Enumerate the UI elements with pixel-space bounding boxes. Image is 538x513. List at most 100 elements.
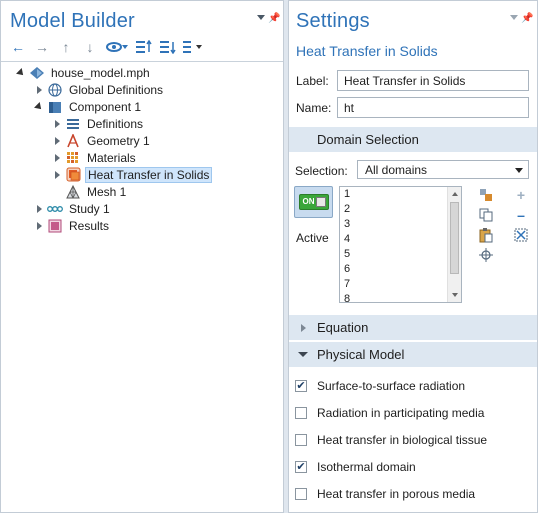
geometry-icon	[65, 133, 81, 149]
expand-toggle[interactable]	[52, 149, 62, 166]
checkmark-icon: ✔	[296, 379, 306, 392]
physical-model-header[interactable]: Physical Model	[289, 342, 537, 367]
list-item[interactable]: 6	[340, 262, 461, 277]
copy-selection-icon[interactable]	[478, 207, 494, 223]
remove-icon[interactable]: –	[513, 207, 529, 223]
list-item[interactable]: 5	[340, 247, 461, 262]
scroll-thumb[interactable]	[450, 202, 459, 274]
move-up-icon[interactable]: ↑	[57, 39, 75, 55]
check-label: Heat transfer in porous media	[317, 487, 476, 501]
expand-toggle[interactable]	[52, 132, 62, 149]
panel-menu-icon[interactable]	[510, 15, 518, 20]
toggle-on-text: ON	[302, 197, 315, 206]
model-builder-panel: Model Builder 📌 ← → ↑ ↓ house_model.mph	[0, 0, 284, 513]
model-builder-title: Model Builder	[10, 10, 135, 32]
tree-item-materials[interactable]: Materials	[52, 149, 138, 166]
checkbox[interactable]: ✔	[295, 380, 307, 392]
expand-toggle[interactable]	[34, 81, 44, 98]
settings-title: Settings	[296, 10, 370, 32]
clipboard-icon[interactable]	[478, 227, 494, 243]
checkbox[interactable]	[295, 488, 307, 500]
tree-label: house_model.mph	[51, 65, 150, 80]
tree-item-mesh-1[interactable]: Mesh 1	[52, 183, 128, 200]
study-icon	[47, 201, 63, 217]
move-down-icon[interactable]: ↓	[81, 39, 99, 55]
name-field-label: Name:	[296, 101, 332, 115]
back-arrow-icon[interactable]: ←	[9, 39, 27, 55]
toggle-switch-icon: ON	[298, 194, 329, 210]
option-heat-transfer-in-porous-media[interactable]: Heat transfer in porous media	[295, 486, 475, 502]
list-item[interactable]: 1	[340, 187, 461, 202]
tree-item-results[interactable]: Results	[34, 217, 111, 234]
clear-selection-icon[interactable]	[513, 227, 529, 243]
show-icon[interactable]	[105, 39, 129, 55]
model-file-icon	[29, 65, 45, 81]
list-item[interactable]: 4	[340, 232, 461, 247]
list-item[interactable]: 3	[340, 217, 461, 232]
name-input[interactable]: ht	[337, 97, 529, 118]
collapse-all-icon[interactable]	[135, 39, 153, 55]
view-options-icon[interactable]	[183, 39, 205, 55]
selection-value: All domains	[365, 163, 428, 177]
section-label: Equation	[317, 320, 369, 335]
tree-label: Study 1	[69, 201, 110, 216]
label-field-label: Label:	[296, 74, 329, 88]
expand-toggle[interactable]	[16, 64, 26, 81]
domain-selection-header[interactable]: Domain Selection	[289, 127, 537, 152]
section-label: Domain Selection	[317, 132, 419, 147]
paste-selection-icon[interactable]	[478, 187, 494, 203]
equation-header[interactable]: Equation	[289, 315, 537, 340]
tree-label: Results	[69, 218, 110, 233]
option-radiation-in-participating-media[interactable]: Radiation in participating media	[295, 405, 484, 421]
tree-item-model[interactable]: house_model.mph	[16, 64, 152, 81]
tree-label: Materials	[87, 150, 136, 165]
check-label: Surface-to-surface radiation	[317, 379, 466, 393]
model-builder-toolbar: ← → ↑ ↓	[9, 39, 211, 55]
option-surface-to-surface-radiation[interactable]: ✔ Surface-to-surface radiation	[295, 378, 465, 394]
active-label: Active	[296, 231, 329, 245]
heat-transfer-icon	[65, 167, 81, 183]
checkmark-icon: ✔	[296, 460, 306, 473]
option-isothermal-domain[interactable]: ✔ Isothermal domain	[295, 459, 416, 475]
expand-toggle[interactable]	[34, 98, 44, 115]
checkbox[interactable]: ✔	[295, 461, 307, 473]
checkbox[interactable]	[295, 407, 307, 419]
list-scrollbar[interactable]	[447, 187, 461, 302]
forward-arrow-icon[interactable]: →	[33, 39, 51, 55]
expand-toggle[interactable]	[52, 166, 62, 183]
tree-item-study-1[interactable]: Study 1	[34, 200, 112, 217]
pin-icon[interactable]: 📌	[268, 13, 280, 24]
list-item[interactable]: 7	[340, 277, 461, 292]
selection-label: Selection:	[295, 164, 348, 178]
label-input[interactable]: Heat Transfer in Solids	[337, 70, 529, 91]
panel-menu-icon[interactable]	[257, 15, 265, 20]
option-heat-transfer-in-biological-tissue[interactable]: Heat transfer in biological tissue	[295, 432, 487, 448]
add-icon[interactable]: +	[513, 187, 529, 203]
domain-list[interactable]: 1 2 3 4 5 6 7 8	[339, 186, 462, 303]
tree-item-heat-transfer-in-solids[interactable]: Heat Transfer in Solids	[52, 166, 213, 183]
list-item[interactable]: 2	[340, 202, 461, 217]
checkbox[interactable]	[295, 434, 307, 446]
expand-toggle[interactable]	[34, 217, 44, 234]
tree-item-geometry-1[interactable]: Geometry 1	[52, 132, 152, 149]
tree-item-definitions[interactable]: Definitions	[52, 115, 145, 132]
tree-item-component-1[interactable]: Component 1	[34, 98, 143, 115]
list-item[interactable]: 8	[340, 292, 461, 302]
section-label: Physical Model	[317, 347, 405, 362]
selection-dropdown[interactable]: All domains	[357, 160, 529, 179]
check-label: Isothermal domain	[317, 460, 416, 474]
scroll-up-icon[interactable]	[452, 192, 458, 196]
active-toggle-button[interactable]: ON	[294, 186, 333, 218]
check-label: Heat transfer in biological tissue	[317, 433, 488, 447]
tree-label: Geometry 1	[87, 133, 150, 148]
expand-all-icon[interactable]	[159, 39, 177, 55]
expand-toggle[interactable]	[52, 115, 62, 132]
chevron-right-icon	[300, 323, 306, 332]
expand-toggle[interactable]	[34, 200, 44, 217]
pin-icon[interactable]: 📌	[521, 13, 533, 24]
toolbar-divider	[1, 61, 283, 62]
definitions-icon	[65, 116, 81, 132]
scroll-down-icon[interactable]	[452, 293, 458, 297]
tree-item-global-definitions[interactable]: Global Definitions	[34, 81, 165, 98]
zoom-selection-icon[interactable]	[478, 247, 494, 263]
